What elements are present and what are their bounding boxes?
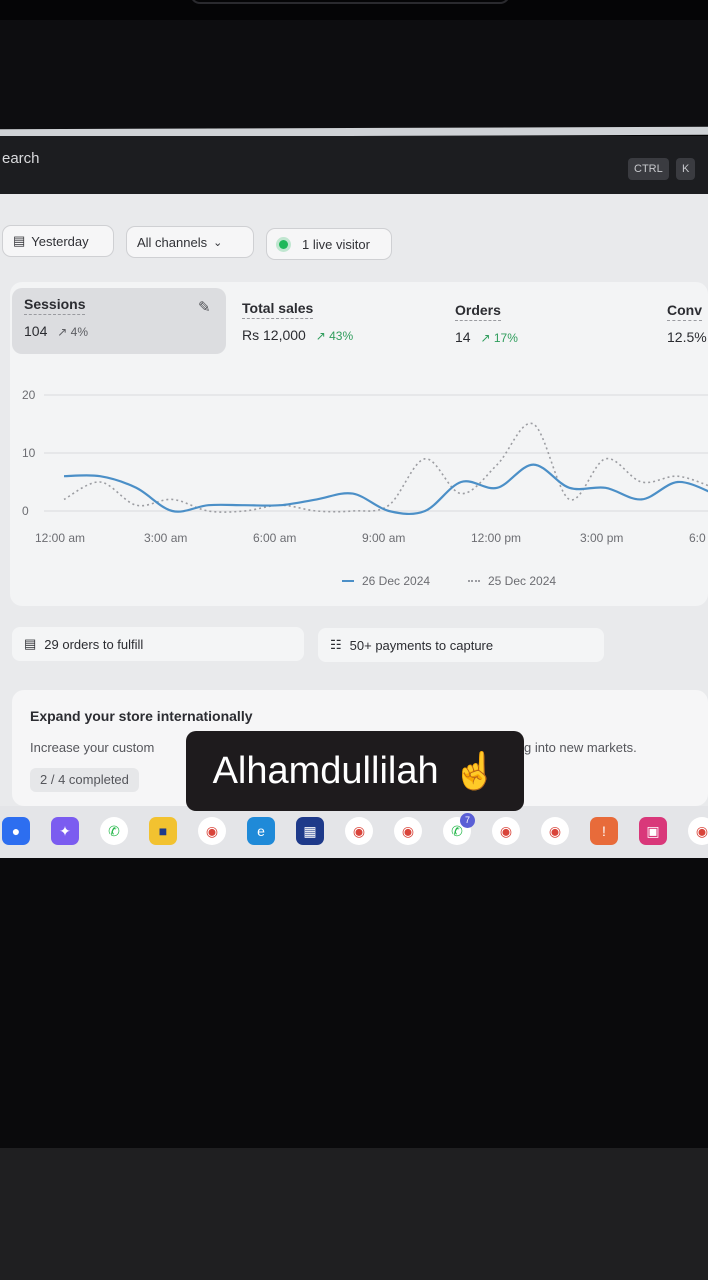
total-sales-value-row: Rs 12,000 ↗ 43% bbox=[242, 327, 353, 343]
notification-badge: 7 bbox=[460, 813, 475, 828]
chevron-down-icon: ⌄ bbox=[213, 236, 223, 249]
legend-label-previous: 25 Dec 2024 bbox=[488, 574, 557, 588]
metric-total-sales[interactable]: Total sales Rs 12,000 ↗ 43% bbox=[242, 300, 353, 343]
orders-change: ↗ 17% bbox=[480, 331, 518, 345]
sessions-line-chart: 20 10 0 12:00 am 3:00 am 6:00 am 9:00 am 12:00 … bbox=[22, 388, 708, 545]
phone-notch bbox=[190, 0, 510, 4]
taskbar-chrome-icon[interactable]: ◉ bbox=[394, 817, 422, 845]
total-sales-change: ↗ 43% bbox=[315, 329, 354, 343]
series-line-current bbox=[63, 463, 708, 515]
expand-description-end: g into new markets. bbox=[524, 740, 637, 755]
taskbar-chrome-icon[interactable]: ◉ bbox=[541, 817, 569, 845]
metric-sessions: Sessions 104 ↗ 4% bbox=[24, 296, 88, 339]
taskbar-zoom-icon[interactable]: ● bbox=[2, 817, 30, 845]
sessions-value-row: 104 ↗ 4% bbox=[24, 323, 88, 339]
metric-orders[interactable]: Orders 14 ↗ 17% bbox=[455, 302, 518, 345]
taskbar-copilot-icon[interactable]: ✦ bbox=[51, 817, 79, 845]
legend-item-previous: 25 Dec 2024 bbox=[468, 574, 556, 588]
sessions-change-value: 4% bbox=[70, 325, 88, 339]
taskbar-whatsapp-icon[interactable]: ✆ bbox=[100, 817, 128, 845]
series-line-previous bbox=[63, 422, 708, 513]
taskbar-chrome-icon[interactable]: ◉ bbox=[688, 817, 708, 845]
date-filter-button[interactable]: ▤ Yesterday bbox=[2, 225, 114, 257]
bottom-band bbox=[0, 1148, 708, 1280]
taskbar-instagram-icon[interactable]: ▣ bbox=[639, 817, 667, 845]
legend-label-current: 26 Dec 2024 bbox=[362, 574, 431, 588]
keyboard-area bbox=[0, 858, 708, 1148]
inbox-icon: ▤ bbox=[24, 636, 37, 651]
calendar-icon: ▤ bbox=[13, 233, 26, 248]
channels-filter-button[interactable]: All channels ⌄ bbox=[126, 226, 254, 258]
search-input[interactable]: earch bbox=[2, 150, 40, 167]
legend-dotted-swatch bbox=[468, 580, 480, 582]
monitor-bezel bbox=[0, 20, 708, 132]
date-filter-label: Yesterday bbox=[31, 233, 89, 249]
orders-to-fulfill-label: 29 orders to fulfill bbox=[44, 636, 144, 652]
photo-frame: earch CTRL K ▤ Yesterday All channels ⌄ … bbox=[0, 0, 708, 1280]
taskbar-microsoft-store-icon[interactable]: ▦ bbox=[296, 817, 324, 845]
expand-description-start: Increase your custom bbox=[30, 740, 155, 755]
shortcut-ctrl-key: CTRL bbox=[628, 158, 669, 180]
orders-label: Orders bbox=[455, 302, 501, 321]
y-tick-label: 20 bbox=[22, 388, 36, 402]
orders-value: 14 bbox=[455, 329, 471, 345]
live-visitor-label: 1 live visitor bbox=[302, 236, 370, 252]
y-tick-label: 10 bbox=[22, 446, 36, 460]
x-tick-label: 6:0 bbox=[689, 531, 706, 545]
expand-title: Expand your store internationally bbox=[30, 708, 253, 724]
sessions-change: ↗ 4% bbox=[57, 325, 88, 339]
x-tick-label: 3:00 am bbox=[144, 531, 187, 545]
search-bar[interactable] bbox=[0, 136, 708, 194]
shortcut-k-key: K bbox=[676, 158, 696, 180]
x-tick-label: 12:00 am bbox=[35, 531, 85, 545]
live-visitor-button[interactable]: 1 live visitor bbox=[266, 228, 392, 260]
pointing-up-icon: ☝ bbox=[452, 750, 498, 791]
conversion-label: Conv bbox=[667, 302, 702, 321]
x-tick-label: 6:00 am bbox=[253, 531, 296, 545]
metric-conversion[interactable]: Conv 12.5% bbox=[667, 302, 708, 345]
total-sales-value: Rs 12,000 bbox=[242, 327, 306, 343]
taskbar-chrome-icon[interactable]: ◉ bbox=[492, 817, 520, 845]
total-sales-change-value: 43% bbox=[329, 329, 354, 343]
orders-to-fulfill-button[interactable]: ▤ 29 orders to fulfill bbox=[12, 627, 304, 661]
sessions-label: Sessions bbox=[24, 296, 86, 315]
edit-icon[interactable]: ✎ bbox=[198, 298, 211, 316]
orders-change-value: 17% bbox=[493, 331, 518, 345]
payment-icon: ☷ bbox=[330, 637, 342, 652]
x-tick-label: 9:00 am bbox=[362, 531, 405, 545]
conversion-value: 12.5% bbox=[667, 329, 707, 345]
taskbar-chrome-icon[interactable]: ◉ bbox=[345, 817, 373, 845]
payments-to-capture-label: 50+ payments to capture bbox=[349, 637, 494, 653]
taskbar-file-explorer-icon[interactable]: ■ bbox=[149, 817, 177, 845]
total-sales-label: Total sales bbox=[242, 300, 314, 319]
taskbar-chrome-icon[interactable]: ◉ bbox=[198, 817, 226, 845]
x-tick-label: 3:00 pm bbox=[580, 531, 623, 545]
legend-solid-swatch bbox=[342, 580, 354, 582]
channels-filter-label: All channels bbox=[137, 234, 208, 250]
x-tick-label: 12:00 pm bbox=[471, 531, 521, 545]
caption-text: Alhamdullilah bbox=[212, 749, 439, 792]
taskbar-messenger-icon[interactable]: ! bbox=[590, 817, 618, 845]
progress-badge: 2 / 4 completed bbox=[30, 768, 139, 792]
y-tick-label: 0 bbox=[22, 504, 29, 518]
legend-item-current: 26 Dec 2024 bbox=[342, 574, 430, 588]
caption-overlay: Alhamdullilah ☝ bbox=[186, 731, 524, 811]
orders-value-row: 14 ↗ 17% bbox=[455, 329, 518, 345]
taskbar-edge-icon[interactable]: e bbox=[247, 817, 275, 845]
payments-to-capture-button[interactable]: ☷ 50+ payments to capture bbox=[318, 628, 604, 662]
sessions-value: 104 bbox=[24, 323, 48, 339]
live-dot-icon bbox=[279, 239, 288, 249]
